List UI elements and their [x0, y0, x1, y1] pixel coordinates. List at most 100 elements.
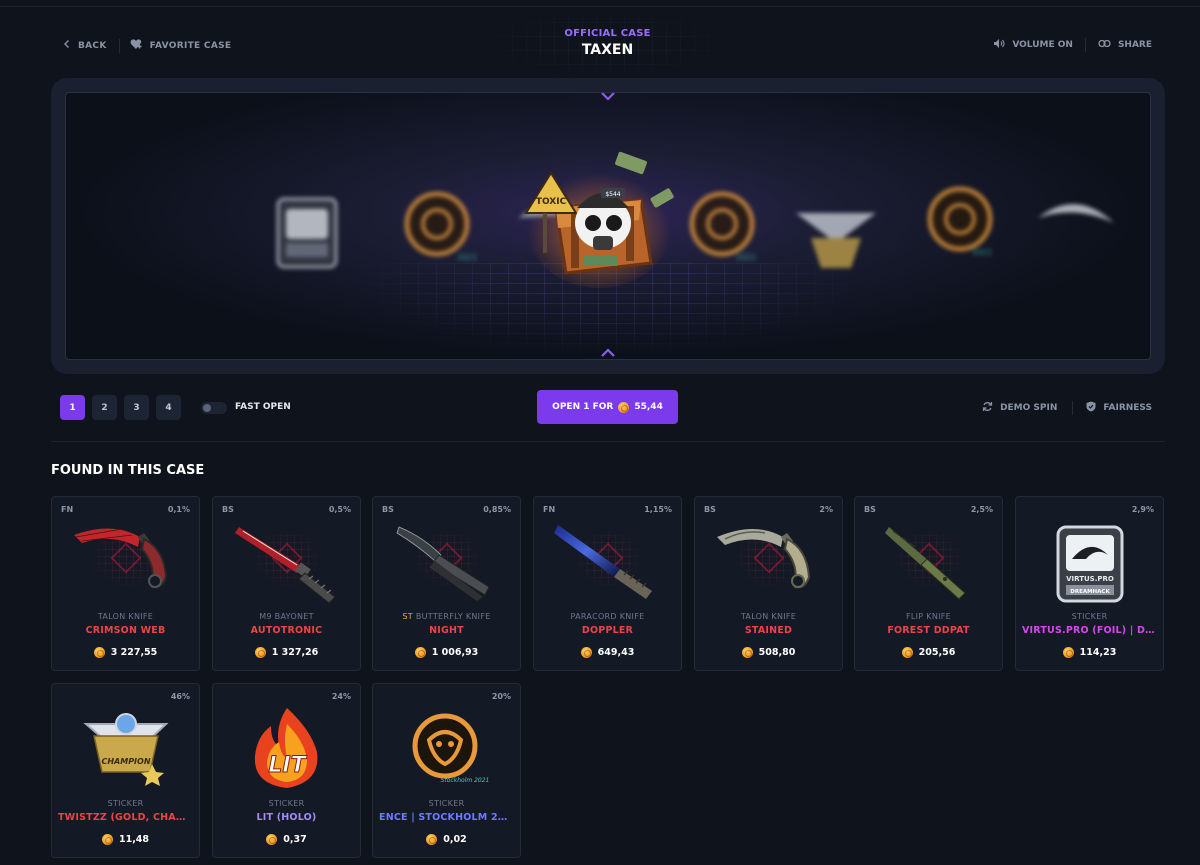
taxen-case-image: TOXIC $544: [521, 148, 676, 302]
item-price-value: 0,37: [283, 834, 307, 845]
talon-knife-crimson-icon: [74, 528, 168, 589]
item-type: STICKER: [268, 799, 305, 808]
item-name: VIRTUS.PRO (FOIL) | DREAMHACK: [1022, 625, 1157, 636]
fast-open-toggle[interactable]: [201, 402, 227, 414]
count-button-1[interactable]: 1: [60, 395, 85, 420]
item-name: LIT (HOLO): [256, 812, 317, 823]
fast-open-label: FAST OPEN: [235, 402, 291, 412]
item-card[interactable]: FN 1,15% PARACORD KNIFE DOPPLER 649,43: [533, 496, 682, 671]
item-name: CRIMSON WEB: [85, 625, 166, 636]
item-card[interactable]: BS 2% TALON KNIFE STAINED 508,80: [694, 496, 843, 671]
paracord-knife-icon: [554, 525, 652, 599]
roulette-panel: 2021 2021 2021 TOXIC $544: [51, 78, 1165, 374]
item-chance: 2,5%: [970, 505, 993, 514]
fairness-label: FAIRNESS: [1103, 403, 1152, 413]
roulette-item-ence-sticker-icon: 2021: [686, 188, 766, 272]
count-button-2[interactable]: 2: [92, 395, 117, 420]
item-price-value: 0,02: [443, 834, 467, 845]
roulette-item-ence-sticker-icon: 2021: [924, 183, 1004, 267]
m9-bayonet-icon: [235, 527, 336, 604]
item-card[interactable]: 24% LIT STICKER LIT (HOLO) 0,37: [212, 683, 361, 858]
roulette-item-twistzz-sticker-icon: [791, 198, 881, 282]
count-button-3[interactable]: 3: [124, 395, 149, 420]
svg-text:2021: 2021: [736, 253, 756, 262]
item-name: FOREST DDPAT: [887, 625, 970, 636]
item-condition: BS: [382, 505, 394, 514]
item-type: ST BUTTERFLY KNIFE: [373, 612, 520, 621]
item-price-value: 508,80: [758, 647, 796, 658]
share-button[interactable]: SHARE: [1098, 39, 1152, 51]
coin-icon: [741, 647, 753, 658]
item-price: 114,23: [1016, 647, 1163, 658]
item-price: 508,80: [695, 647, 842, 658]
coin-icon: [254, 647, 266, 658]
item-price: 1 006,93: [373, 647, 520, 658]
item-card[interactable]: BS 0,5% M9 BAYONET AUTOTRONIC 1 327,26: [212, 496, 361, 671]
item-name: AUTOTRONIC: [250, 625, 323, 636]
item-price: 205,56: [855, 647, 1002, 658]
roulette-item-knife-icon: [1036, 193, 1116, 247]
fairness-button[interactable]: FAIRNESS: [1086, 401, 1152, 415]
item-price-value: 114,23: [1079, 647, 1117, 658]
item-price-value: 1 006,93: [431, 647, 479, 658]
lit-sticker-icon: LIT: [254, 708, 318, 788]
item-type: M9 BAYONET: [259, 612, 314, 621]
item-card[interactable]: BS 2,5% FLIP KNIFE FOREST DDPAT 205,56: [854, 496, 1003, 671]
item-type: STICKER: [1071, 612, 1108, 621]
talon-knife-stained-icon: [717, 529, 811, 589]
svg-text:2021: 2021: [972, 248, 992, 257]
link-icon: [1098, 39, 1111, 51]
refresh-icon: [982, 401, 993, 415]
item-name: ENCE | STOCKHOLM 2021: [379, 812, 514, 823]
item-price-value: 1 327,26: [271, 647, 319, 658]
item-chance: 20%: [491, 692, 511, 701]
volume-icon: [993, 38, 1005, 52]
coin-icon: [266, 834, 278, 845]
toggle-knob: [203, 404, 211, 412]
ence-sticker-icon: Stockholm 2021: [412, 713, 489, 784]
item-chance: 2,9%: [1131, 505, 1154, 514]
item-name: NIGHT: [429, 625, 464, 636]
volume-button[interactable]: VOLUME ON: [993, 38, 1073, 52]
item-type: TALON KNIFE: [97, 612, 154, 621]
item-card[interactable]: FN 0,1% TALON KNIFE CRIMSON WEB 3 227,55: [51, 496, 200, 671]
item-card[interactable]: 46% CHAMPION STICKER TWISTZZ (GOLD, CHAM…: [51, 683, 200, 858]
item-chance: 0,1%: [167, 505, 190, 514]
item-card[interactable]: 20% Stockholm 2021 STICKER ENCE | STOCKH…: [372, 683, 521, 858]
item-card[interactable]: BS 0,85% ST BUTTERFLY KNIFE NIGHT 1 006,…: [372, 496, 521, 671]
controls-separator: [1072, 401, 1074, 415]
coin-icon: [1062, 647, 1074, 658]
item-price-value: 3 227,55: [110, 647, 158, 658]
svg-text:2021: 2021: [457, 253, 477, 262]
item-name: TWISTZZ (GOLD, CHAMPION): [58, 812, 193, 823]
volume-label: VOLUME ON: [1012, 40, 1073, 50]
item-chance: 1,15%: [644, 505, 672, 514]
item-condition: BS: [222, 505, 234, 514]
coin-icon: [618, 401, 630, 413]
share-label: SHARE: [1117, 40, 1152, 50]
open-label: OPEN 1 FOR: [552, 402, 614, 412]
coin-icon: [901, 647, 913, 658]
header-right-actions: VOLUME ON SHARE: [993, 38, 1152, 52]
coin-icon: [426, 834, 438, 845]
item-price-value: 205,56: [918, 647, 956, 658]
count-button-4[interactable]: 4: [156, 395, 181, 420]
item-price: 3 227,55: [52, 647, 199, 658]
case-sign-text: TOXIC: [536, 197, 567, 207]
top-divider: [0, 6, 1200, 7]
open-case-button[interactable]: OPEN 1 FOR 55,44: [537, 390, 678, 424]
item-price-value: 11,48: [118, 834, 150, 845]
item-price: 1 327,26: [213, 647, 360, 658]
item-name: DOPPLER: [581, 625, 634, 636]
item-type: STICKER: [428, 799, 465, 808]
shield-icon: [1086, 401, 1096, 415]
demo-spin-button[interactable]: DEMO SPIN: [982, 401, 1057, 415]
sticker-text: VIRTUS.PRO: [1066, 575, 1114, 583]
sticker-text: LIT: [268, 753, 307, 778]
item-type: TALON KNIFE: [740, 612, 797, 621]
marker-up-icon: [601, 347, 615, 359]
coin-icon: [101, 834, 113, 845]
header-separator: [1084, 38, 1086, 52]
sticker-text: CHAMPION: [101, 757, 150, 766]
item-card[interactable]: 2,9% VIRTUS.PRO DREAMHACK STICKER VIRTUS…: [1015, 496, 1164, 671]
